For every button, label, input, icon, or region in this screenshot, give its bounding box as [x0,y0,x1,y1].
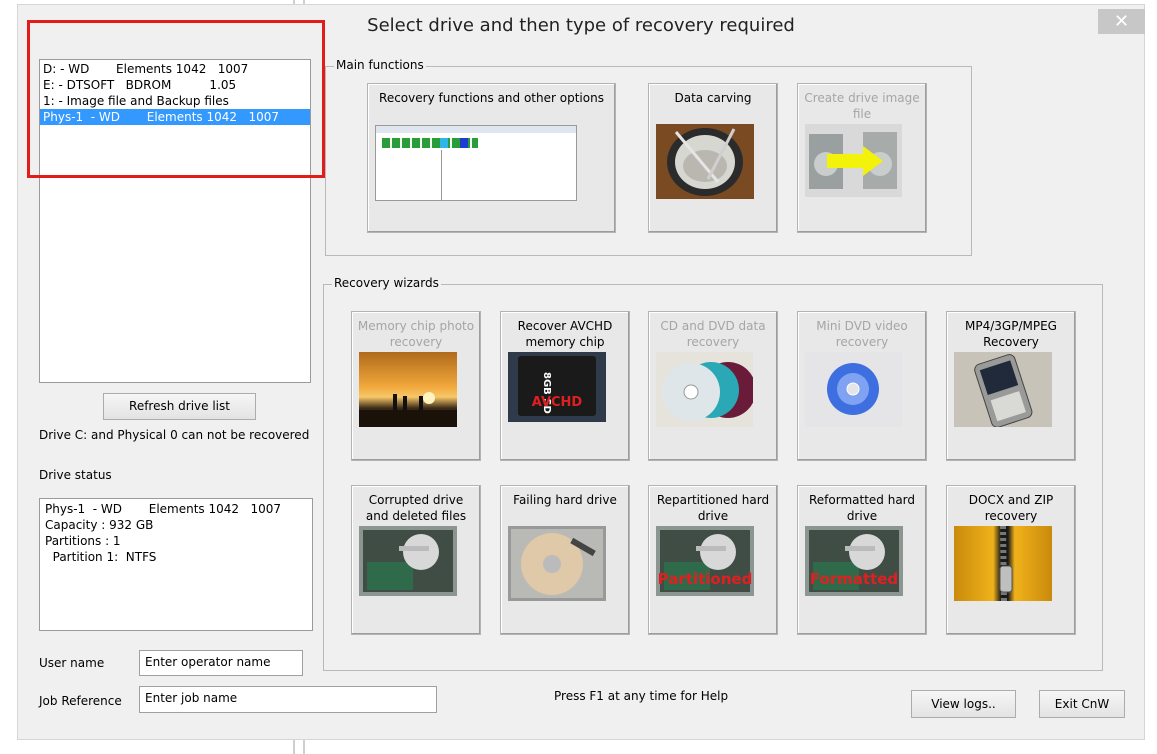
tile-corrupted-drive[interactable]: Corrupted drive and deleted files [351,485,481,635]
sd-card-icon: 8GB SD AVCHD [508,352,606,422]
hard-drive-platter-icon [508,526,606,601]
recovery-wizards-heading: Recovery wizards [332,276,441,290]
tile-label: Recovery functions and other options [379,91,604,105]
tile-data-carving[interactable]: Data carving [648,83,778,233]
drive-status-heading: Drive status [39,468,112,482]
hard-drive-icon: Formatted [805,526,903,596]
tile-create-drive-image[interactable]: Create drive image file [797,83,927,233]
job-reference-input[interactable]: Enter job name [139,686,437,713]
tile-label: Failing hard drive [513,493,617,507]
tile-label: Recover AVCHD memory chip [517,319,613,349]
drive-list-item[interactable]: E: - DTSOFT BDROM 1.05 [40,77,310,93]
drive-list[interactable]: D: - WD Elements 1042 1007 E: - DTSOFT BD… [39,59,311,383]
tile-mini-dvd[interactable]: Mini DVD video recovery [797,311,927,461]
drive-status-box: Phys-1 - WD Elements 1042 1007 Capacity … [39,498,313,631]
tile-label: Data carving [674,91,752,105]
drive-note: Drive C: and Physical 0 can not be recov… [39,428,310,442]
tile-mp4-3gp-mpeg[interactable]: MP4/3GP/MPEG Recovery [946,311,1076,461]
tile-failing-hard-drive[interactable]: Failing hard drive [500,485,630,635]
tile-label: MP4/3GP/MPEG Recovery [965,319,1057,349]
plate-and-fork-icon [656,124,754,199]
tile-reformatted-drive[interactable]: Reformatted hard drive Formatted [797,485,927,635]
close-icon[interactable]: ✕ [1114,11,1129,32]
close-button[interactable]: ✕ [1098,9,1145,34]
exit-button[interactable]: Exit CnW [1039,690,1125,718]
drive-list-item[interactable]: D: - WD Elements 1042 1007 [40,61,310,77]
sunset-photo-icon [359,352,457,427]
tile-label: DOCX and ZIP recovery [968,493,1054,523]
user-name-input[interactable]: Enter operator name [139,650,303,676]
tile-memory-chip-photo[interactable]: Memory chip photo recovery [351,311,481,461]
discs-icon [656,352,753,427]
screenshot-thumbnail-icon [375,125,577,201]
tile-cd-dvd[interactable]: CD and DVD data recovery [648,311,778,461]
job-reference-label: Job Reference [39,694,122,708]
tile-repartitioned-drive[interactable]: Repartitioned hard drive Partitioned [648,485,778,635]
partitioned-overlay: Partitioned [657,570,753,588]
drive-list-item[interactable]: 1: - Image file and Backup files [40,93,310,109]
tile-label: Create drive image file [804,91,920,121]
tile-label: Reformatted hard drive [808,493,916,523]
tile-label: Memory chip photo recovery [357,319,475,349]
tile-label: Corrupted drive and deleted files [365,493,467,523]
refresh-drive-list-button[interactable]: Refresh drive list [103,393,256,420]
formatted-overlay: Formatted [809,570,899,588]
tile-label: Repartitioned hard drive [656,493,770,523]
tile-recover-avchd[interactable]: Recover AVCHD memory chip 8GB SD AVCHD [500,311,630,461]
main-functions-heading: Main functions [334,58,426,72]
zipper-icon [954,526,1052,601]
view-logs-button[interactable]: View logs.. [911,690,1016,718]
help-text: Press F1 at any time for Help [554,689,729,703]
hard-drive-icon: Partitioned [656,526,754,596]
dialog-title: Select drive and then type of recovery r… [367,15,795,36]
tile-recovery-functions[interactable]: Recovery functions and other options [367,83,616,233]
tile-label: Mini DVD video recovery [816,319,908,349]
recovery-dialog: Select drive and then type of recovery r… [17,4,1145,740]
mobile-phone-icon [954,352,1052,427]
avchd-overlay: AVCHD [531,395,583,410]
user-name-label: User name [39,656,105,670]
tile-label: CD and DVD data recovery [660,319,766,349]
drive-copy-arrow-icon [805,124,902,197]
mini-dvd-icon [805,352,902,427]
tile-docx-zip[interactable]: DOCX and ZIP recovery [946,485,1076,635]
drive-list-item[interactable]: Phys-1 - WD Elements 1042 1007 [40,109,310,125]
hard-drive-icon [359,526,457,596]
